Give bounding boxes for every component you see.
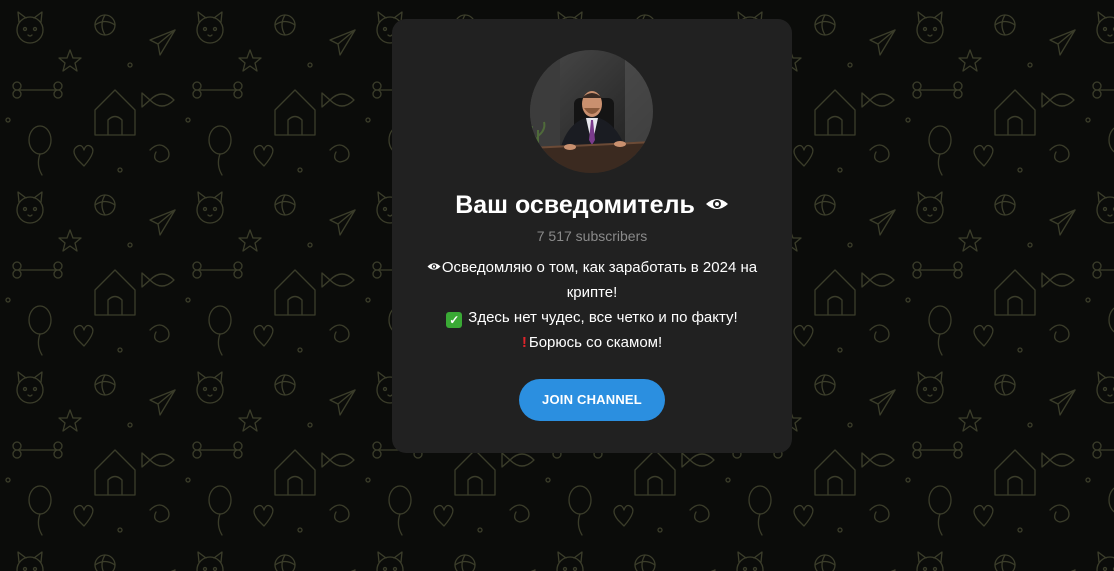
channel-avatar <box>530 50 653 173</box>
check-mark-icon: ✓ <box>446 312 463 328</box>
channel-description: Осведомляю о том, как заработать в 2024 … <box>406 255 778 355</box>
join-channel-button[interactable]: JOIN CHANNEL <box>519 379 665 421</box>
eye-icon <box>427 263 441 270</box>
description-text: Осведомляю о том, как заработать в 2024 … <box>441 259 758 276</box>
channel-title: Ваш осведомитель <box>392 190 792 220</box>
channel-title-text: Ваш осведомитель <box>455 191 695 219</box>
eye-icon <box>705 199 728 209</box>
description-text: Борюсь со скамом! <box>528 334 663 351</box>
description-text: Здесь нет чудес, все четко и по факту! <box>468 309 738 326</box>
channel-card: Ваш осведомитель 7 517 subscribers Освед… <box>392 19 792 453</box>
subscriber-count: 7 517 subscribers <box>536 228 648 244</box>
description-line: крипте! <box>406 280 778 305</box>
description-line: ! Борюсь со скамом! <box>406 330 778 355</box>
description-line: ✓ Здесь нет чудес, все четко и по факту! <box>406 305 778 330</box>
description-text: крипте! <box>566 284 618 301</box>
exclamation-icon: ! <box>521 334 527 351</box>
description-line: Осведомляю о том, как заработать в 2024 … <box>406 255 778 280</box>
